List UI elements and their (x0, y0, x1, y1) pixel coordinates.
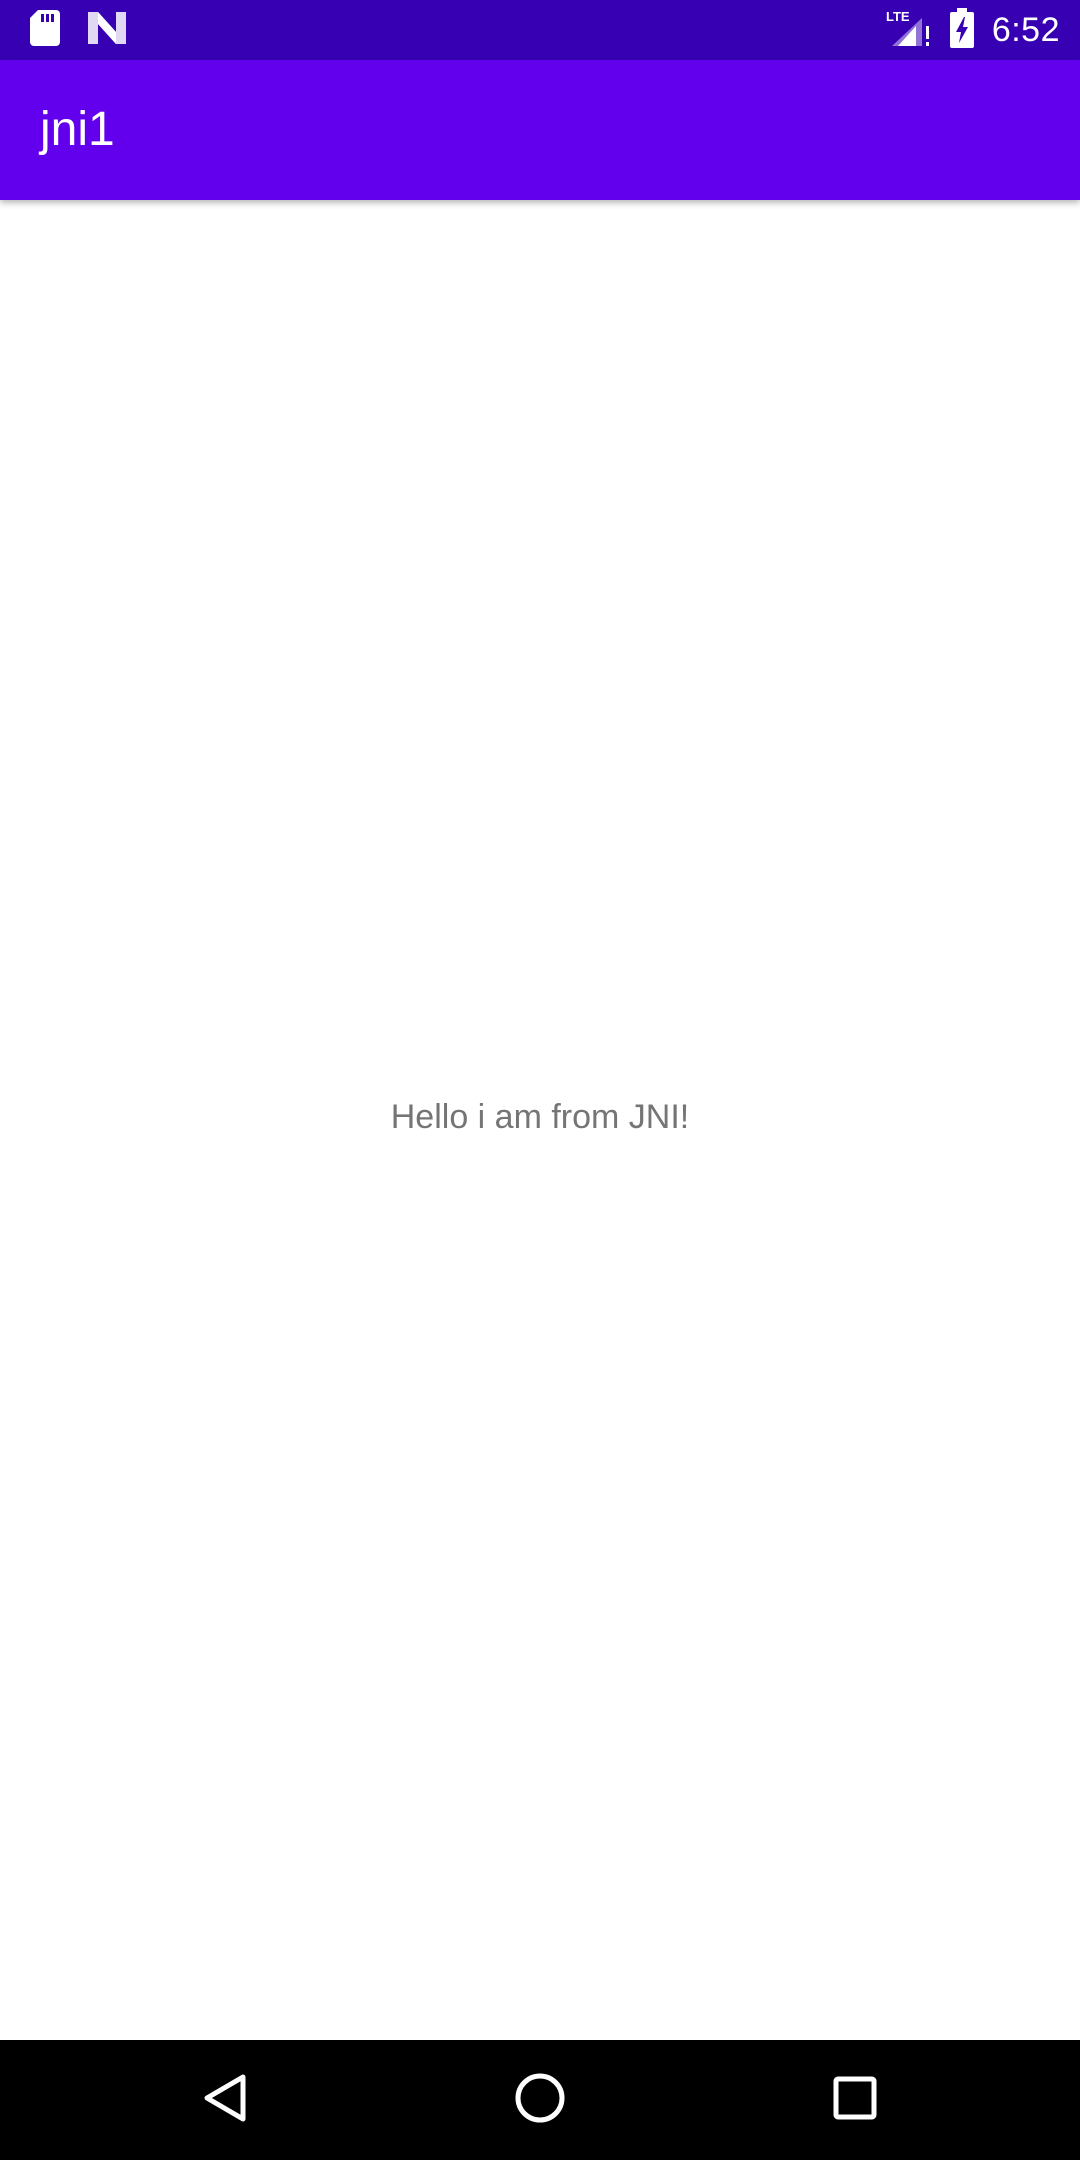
back-button[interactable] (186, 2060, 266, 2140)
back-icon (201, 2073, 251, 2128)
status-bar: LTE 6:52 (0, 0, 1080, 60)
recents-button[interactable] (815, 2060, 895, 2140)
status-time: 6:52 (991, 10, 1060, 49)
signal-lte-icon: LTE (886, 8, 932, 53)
status-left-icons (30, 9, 126, 51)
status-right-icons: LTE 6:52 (886, 7, 1060, 53)
home-icon (514, 2072, 566, 2129)
svg-text:LTE: LTE (886, 9, 910, 24)
n-logo-icon (88, 11, 126, 49)
screen: LTE 6:52 jni1 Hello i am from JNI! (0, 0, 1080, 2160)
app-bar: jni1 (0, 60, 1080, 200)
battery-charging-icon (949, 7, 974, 53)
hello-message: Hello i am from JNI! (390, 1098, 690, 1136)
sd-card-icon (30, 9, 60, 51)
navigation-bar (0, 2040, 1080, 2160)
recents-icon (832, 2075, 878, 2126)
app-title: jni1 (40, 103, 115, 156)
home-button[interactable] (500, 2060, 580, 2140)
main-content: Hello i am from JNI! (0, 200, 1080, 2040)
